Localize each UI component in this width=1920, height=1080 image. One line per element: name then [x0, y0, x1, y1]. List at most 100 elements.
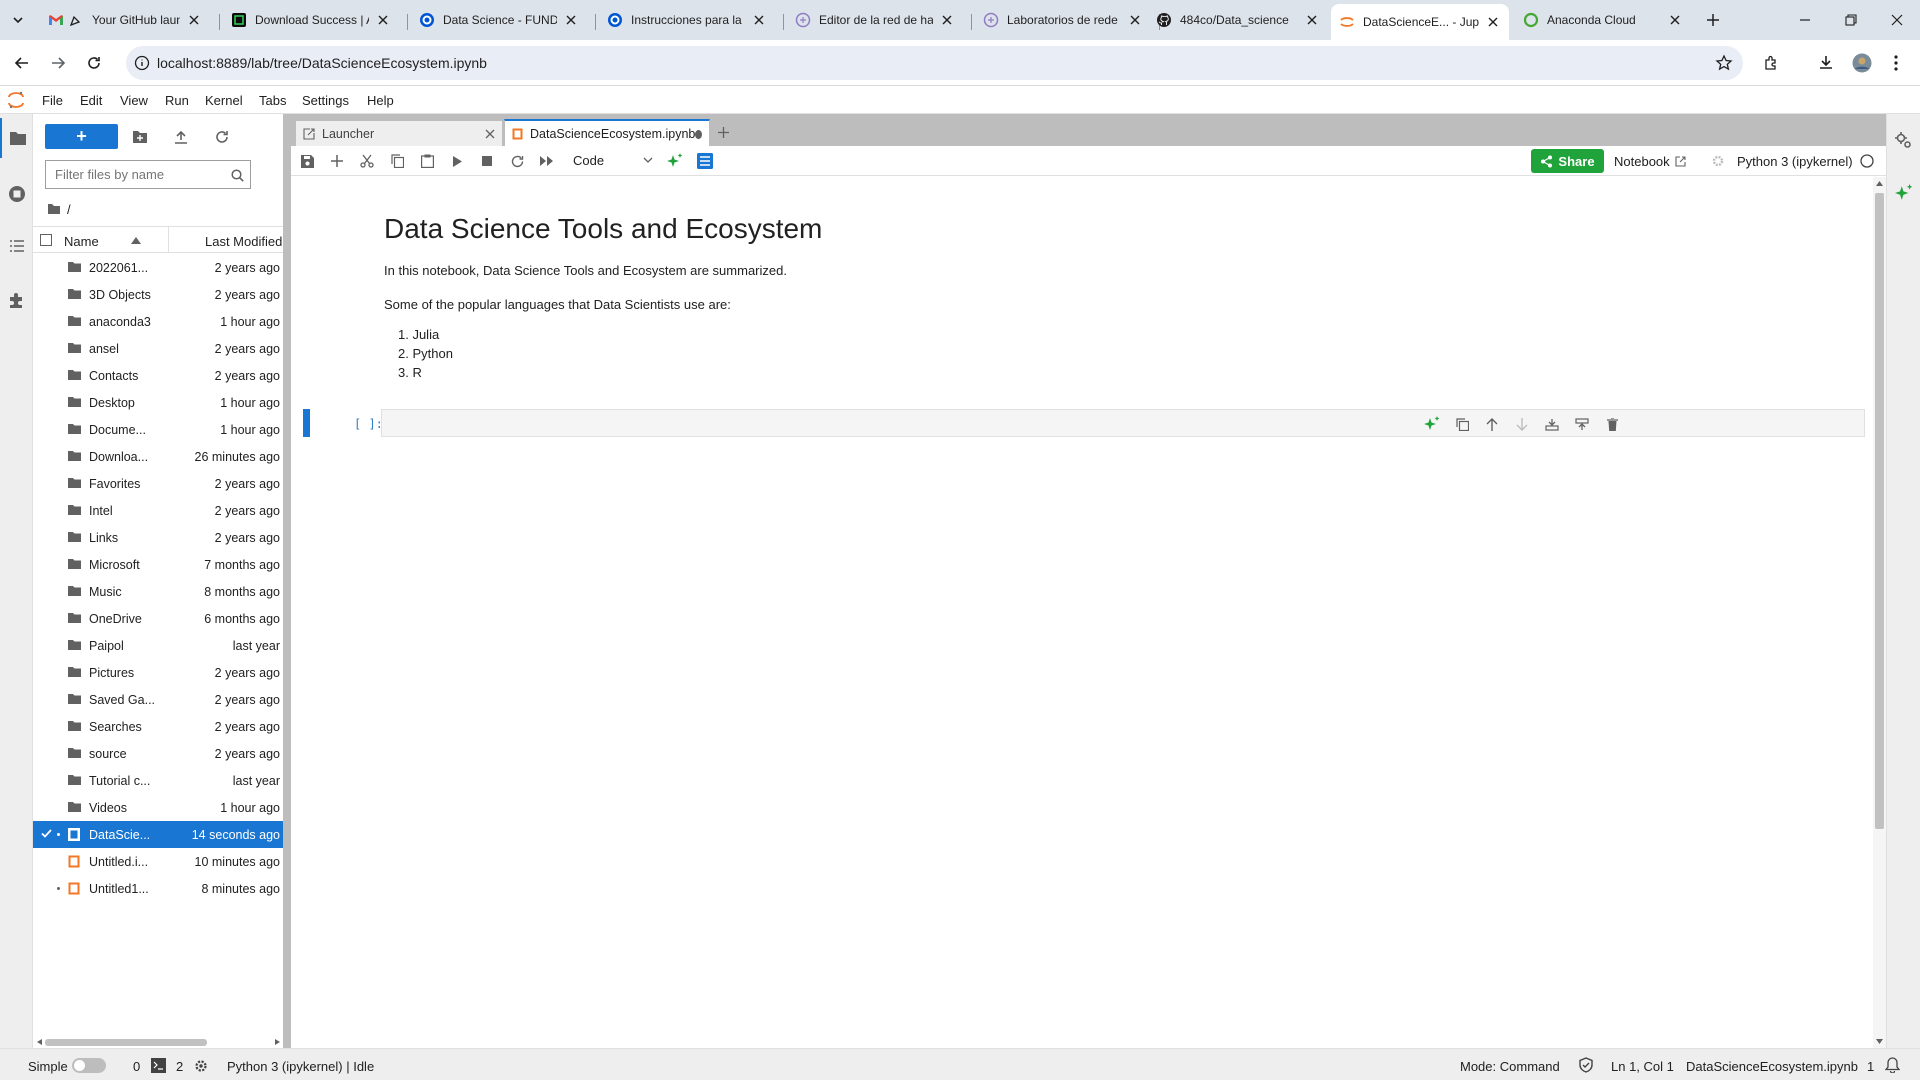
duplicate-cell-icon[interactable] [1454, 416, 1470, 432]
terminal-count[interactable]: 0 [133, 1059, 140, 1074]
share-button[interactable]: Share [1531, 149, 1604, 173]
file-row[interactable]: ansel 2 years ago [33, 335, 283, 362]
browser-tab-1[interactable]: Download Success | A [223, 6, 399, 34]
home-folder-icon[interactable] [47, 203, 61, 215]
cell-type-select[interactable]: Code [573, 153, 653, 168]
close-icon[interactable] [563, 12, 579, 28]
address-bar[interactable]: localhost:8889/lab/tree/DataScienceEcosy… [126, 46, 1743, 80]
browser-tab-0[interactable]: Your GitHub launch [40, 6, 210, 34]
new-tab-icon[interactable] [1703, 10, 1723, 30]
extension-manager-icon[interactable] [0, 280, 33, 320]
insert-cell-above-icon[interactable] [1544, 416, 1560, 432]
running-sessions-icon[interactable] [0, 174, 33, 214]
file-row[interactable]: Paipol last year [33, 632, 283, 659]
file-row[interactable]: Links 2 years ago [33, 524, 283, 551]
code-input-editor[interactable] [381, 409, 1865, 437]
scroll-down-icon[interactable] [1876, 1039, 1883, 1044]
file-row[interactable]: Favorites 2 years ago [33, 470, 283, 497]
move-cell-up-icon[interactable] [1484, 416, 1500, 432]
filter-files-input[interactable] [46, 161, 216, 188]
scroll-left-icon[interactable] [36, 1039, 42, 1045]
kernel-status[interactable]: Python 3 (ipykernel) | Idle [227, 1059, 374, 1074]
breadcrumb-root[interactable]: / [67, 202, 71, 217]
delete-cell-icon[interactable] [1604, 416, 1620, 432]
new-folder-icon[interactable] [129, 126, 151, 148]
scroll-thumb[interactable] [45, 1039, 207, 1046]
file-row[interactable]: Contacts 2 years ago [33, 362, 283, 389]
extensions-icon[interactable] [1758, 49, 1786, 77]
sidebar-resize-handle[interactable] [283, 114, 291, 1048]
tab-launcher[interactable]: Launcher [295, 120, 503, 146]
downloads-icon[interactable] [1812, 49, 1840, 77]
cursor-position[interactable]: Ln 1, Col 1 [1611, 1059, 1674, 1074]
file-row-selected[interactable]: DataScie... 14 seconds ago [33, 821, 283, 848]
forward-icon[interactable] [44, 49, 72, 77]
profile-avatar[interactable] [1848, 49, 1876, 77]
insert-cell-below-icon[interactable] [1574, 416, 1590, 432]
tab-search-icon[interactable] [8, 10, 28, 30]
notification-bell-icon[interactable] [1884, 1057, 1900, 1073]
reload-icon[interactable] [80, 49, 108, 77]
new-launcher-button[interactable]: + [45, 124, 118, 149]
menu-view[interactable]: View [120, 93, 148, 108]
table-of-contents-button[interactable] [697, 153, 713, 169]
file-row[interactable]: Untitled1... 8 minutes ago [33, 875, 283, 902]
open-in-notebook-link[interactable]: Notebook [1614, 154, 1686, 169]
horizontal-scrollbar[interactable] [33, 1036, 283, 1048]
insert-cell-icon[interactable] [329, 153, 345, 169]
file-row[interactable]: Searches 2 years ago [33, 713, 283, 740]
restore-icon[interactable] [1828, 0, 1874, 40]
file-row[interactable]: Untitled.i... 10 minutes ago [33, 848, 283, 875]
close-icon[interactable] [375, 12, 391, 28]
column-last-modified[interactable]: Last Modified [205, 234, 282, 249]
ai-assistant-icon[interactable] [1424, 416, 1440, 432]
file-row[interactable]: Pictures 2 years ago [33, 659, 283, 686]
minimize-icon[interactable] [1782, 0, 1828, 40]
close-icon[interactable] [1485, 14, 1501, 30]
select-all-checkbox[interactable] [40, 234, 52, 246]
browser-menu-icon[interactable] [1882, 49, 1910, 77]
menu-edit[interactable]: Edit [80, 93, 102, 108]
scroll-thumb[interactable] [1875, 193, 1884, 829]
close-icon[interactable] [1667, 12, 1683, 28]
menu-kernel[interactable]: Kernel [205, 93, 243, 108]
close-icon[interactable] [485, 129, 495, 139]
browser-tab-8[interactable]: Anaconda Cloud [1515, 6, 1691, 34]
browser-tab-5[interactable]: Laboratorios de rede [975, 6, 1151, 34]
paste-icon[interactable] [419, 153, 435, 169]
refresh-icon[interactable] [211, 126, 233, 148]
restart-run-all-icon[interactable] [539, 153, 555, 169]
menu-file[interactable]: File [42, 93, 63, 108]
browser-tab-3[interactable]: Instrucciones para la [599, 6, 775, 34]
property-inspector-icon[interactable] [1895, 132, 1913, 150]
browser-tab-6[interactable]: 484co/Data_science [1148, 6, 1328, 34]
checkmark-icon[interactable] [40, 827, 52, 839]
menu-run[interactable]: Run [165, 93, 189, 108]
close-window-icon[interactable] [1874, 0, 1920, 40]
ai-chat-icon[interactable] [1895, 184, 1913, 202]
file-row[interactable]: Music 8 months ago [33, 578, 283, 605]
scroll-up-icon[interactable] [1876, 181, 1883, 186]
close-icon[interactable] [1304, 12, 1320, 28]
file-row[interactable]: anaconda3 1 hour ago [33, 308, 283, 335]
close-icon[interactable] [751, 12, 767, 28]
close-icon[interactable] [1127, 12, 1143, 28]
file-row[interactable]: 3D Objects 2 years ago [33, 281, 283, 308]
tab-notebook[interactable]: DataScienceEcosystem.ipynb [504, 119, 710, 147]
simple-mode-toggle[interactable] [72, 1058, 106, 1073]
ai-assistant-icon[interactable] [667, 153, 683, 169]
filter-files-field[interactable] [45, 160, 251, 189]
bookmark-star-icon[interactable] [1715, 54, 1733, 72]
kernel-name[interactable]: Python 3 (ipykernel) [1737, 154, 1853, 169]
cut-icon[interactable] [359, 153, 375, 169]
copy-icon[interactable] [389, 153, 405, 169]
upload-icon[interactable] [170, 126, 192, 148]
table-of-contents-icon[interactable] [0, 226, 33, 266]
file-row[interactable]: Intel 2 years ago [33, 497, 283, 524]
menu-tabs[interactable]: Tabs [259, 93, 286, 108]
file-row[interactable]: Tutorial c... last year [33, 767, 283, 794]
save-icon[interactable] [299, 153, 315, 169]
kernel-count[interactable]: 2 [176, 1059, 183, 1074]
browser-tab-7[interactable]: DataScienceE... - Jupy [1331, 4, 1509, 40]
menu-help[interactable]: Help [367, 93, 394, 108]
